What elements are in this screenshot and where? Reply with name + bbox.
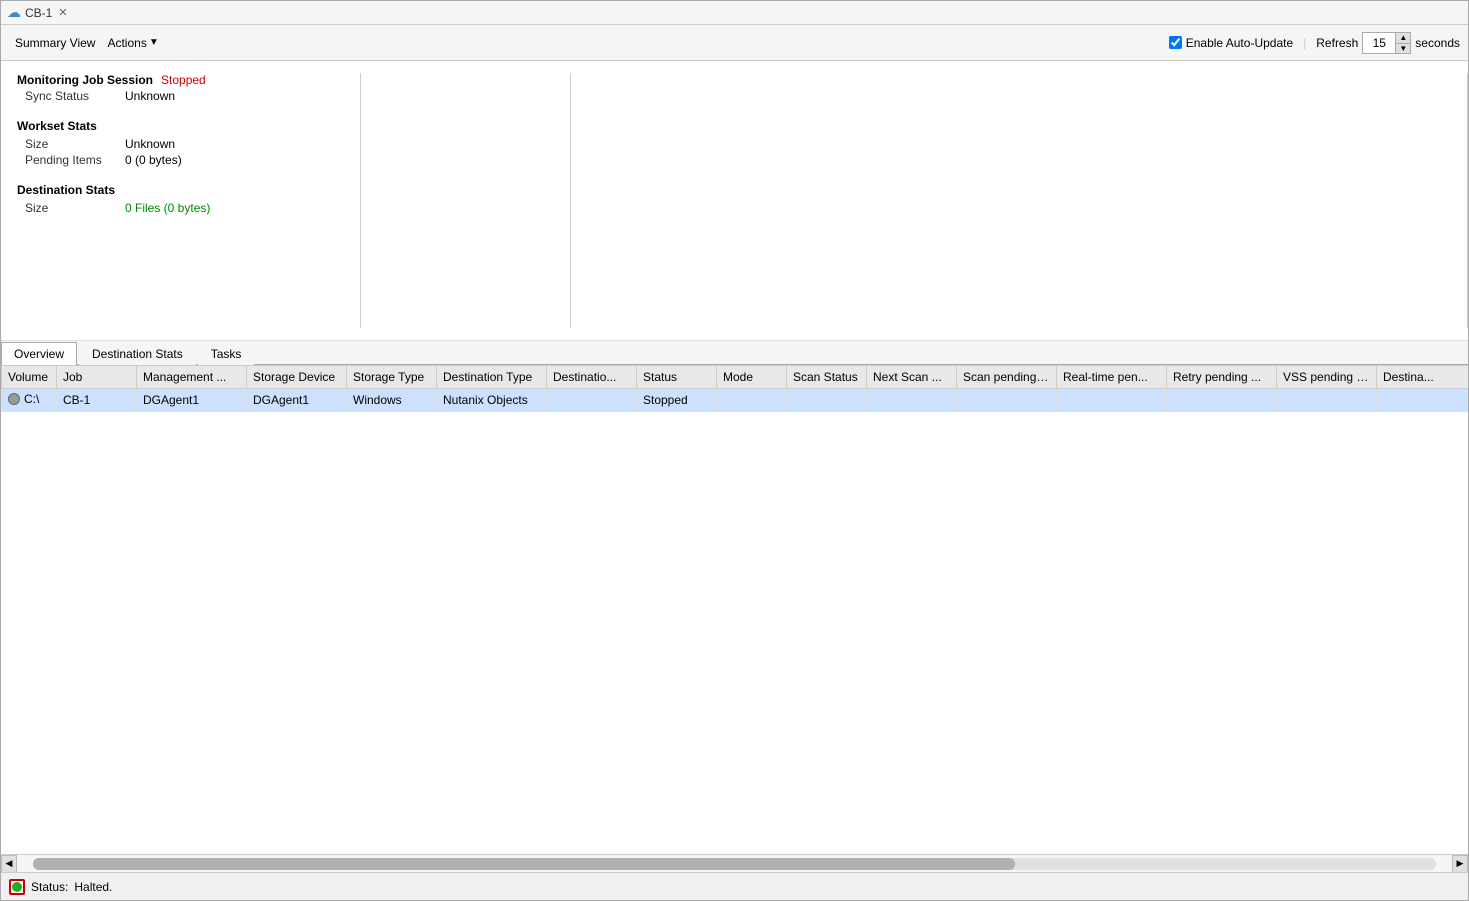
cell-realtime xyxy=(1057,389,1167,412)
col-header-storage-device: Storage Device xyxy=(247,366,347,389)
left-stats: Monitoring Job SessionStoppedSync Status… xyxy=(1,73,361,328)
col-header-retry: Retry pending ... xyxy=(1167,366,1277,389)
refresh-label: Refresh xyxy=(1316,36,1358,50)
workset-size-row: Size Unknown xyxy=(17,137,344,151)
enable-auto-update-label: Enable Auto-Update xyxy=(1186,36,1293,50)
col-header-next-scan: Next Scan ... xyxy=(867,366,957,389)
cell-scan-pending xyxy=(957,389,1057,412)
col-header-destination: Destinatio... xyxy=(547,366,637,389)
col-header-volume: Volume xyxy=(2,366,57,389)
cell-job: CB-1 xyxy=(57,389,137,412)
refresh-value-input[interactable]: 15 xyxy=(1363,33,1395,53)
main-table: Volume Job Management ... Storage Device… xyxy=(1,365,1468,412)
cell-destin xyxy=(1377,389,1469,412)
refresh-down-button[interactable]: ▼ xyxy=(1396,43,1410,53)
col-header-scan-pending: Scan pending I... xyxy=(957,366,1057,389)
scroll-right-button[interactable]: ▶ xyxy=(1452,855,1468,873)
cell-mode xyxy=(717,389,787,412)
col-header-realtime: Real-time pen... xyxy=(1057,366,1167,389)
cell-volume: C:\ xyxy=(2,389,57,412)
cell-retry xyxy=(1167,389,1277,412)
cell-storage-type: Windows xyxy=(347,389,437,412)
dest-size-label: Size xyxy=(17,201,117,215)
horizontal-scrollbar[interactable]: ◀ ▶ xyxy=(1,854,1468,872)
auto-update-area: Enable Auto-Update | Refresh 15 ▲ ▼ seco… xyxy=(1169,32,1460,54)
monitoring-job-section: Monitoring Job SessionStoppedSync Status… xyxy=(17,73,344,103)
status-icon-inner xyxy=(12,882,22,892)
summary-view-button[interactable]: Summary View xyxy=(9,33,101,53)
title-bar: ☁ CB-1 ✕ xyxy=(1,1,1468,25)
status-play-button[interactable] xyxy=(9,879,25,895)
workset-size-value: Unknown xyxy=(125,137,175,151)
tab-tasks[interactable]: Tasks xyxy=(198,342,255,365)
volume-icon: C:\ xyxy=(8,392,39,406)
enable-auto-update-checkbox[interactable] xyxy=(1169,36,1182,49)
col-header-job: Job xyxy=(57,366,137,389)
pending-items-value: 0 (0 bytes) xyxy=(125,153,182,167)
table-header-row: Volume Job Management ... Storage Device… xyxy=(2,366,1469,389)
col-header-management: Management ... xyxy=(137,366,247,389)
seconds-label: seconds xyxy=(1415,36,1460,50)
col-header-storage-type: Storage Type xyxy=(347,366,437,389)
pending-items-row: Pending Items 0 (0 bytes) xyxy=(17,153,344,167)
col-header-destin: Destina... xyxy=(1377,366,1469,389)
scrollbar-track[interactable] xyxy=(33,858,1436,870)
pending-items-label: Pending Items xyxy=(17,153,117,167)
window-icon: ☁ xyxy=(7,4,21,21)
col-header-status: Status xyxy=(637,366,717,389)
main-window: ☁ CB-1 ✕ Summary View Actions ▼ Enable A… xyxy=(0,0,1469,901)
status-bar: Status: Halted. xyxy=(1,872,1468,900)
tabs-bar: Overview Destination Stats Tasks xyxy=(1,341,1468,365)
col-header-mode: Mode xyxy=(717,366,787,389)
col-header-vss: VSS pending It... xyxy=(1277,366,1377,389)
cell-vss xyxy=(1277,389,1377,412)
table-row[interactable]: C:\ CB-1 DGAgent1 DGAgent1 Windows Nutan… xyxy=(2,389,1469,412)
right-stats-area xyxy=(361,73,1468,328)
disk-icon xyxy=(8,393,20,405)
destination-stats-title: Destination Stats xyxy=(17,183,344,197)
status-value: Halted. xyxy=(74,880,112,894)
content-area: Monitoring Job SessionStoppedSync Status… xyxy=(1,61,1468,872)
toolbar: Summary View Actions ▼ Enable Auto-Updat… xyxy=(1,25,1468,61)
workset-stats-title: Workset Stats xyxy=(17,119,344,133)
scrollbar-thumb[interactable] xyxy=(33,858,1015,870)
cell-status: Stopped xyxy=(637,389,717,412)
col-header-destination-type: Destination Type xyxy=(437,366,547,389)
cell-next-scan xyxy=(867,389,957,412)
stats-panel: Monitoring Job SessionStoppedSync Status… xyxy=(1,61,1468,341)
workset-size-label: Size xyxy=(17,137,117,151)
scroll-left-button[interactable]: ◀ xyxy=(1,855,17,873)
actions-menu[interactable]: Actions ▼ xyxy=(101,33,164,53)
workset-stats-section: Workset Stats Size Unknown Pending Items… xyxy=(17,119,344,167)
col-header-scan-status: Scan Status xyxy=(787,366,867,389)
close-icon[interactable]: ✕ xyxy=(58,6,67,19)
tab-destination-stats[interactable]: Destination Stats xyxy=(79,342,196,365)
dest-size-row: Size 0 Files (0 bytes) xyxy=(17,201,344,215)
cell-storage-device: DGAgent1 xyxy=(247,389,347,412)
cell-scan-status xyxy=(787,389,867,412)
status-label: Status: xyxy=(31,880,68,894)
cell-management: DGAgent1 xyxy=(137,389,247,412)
window-title: CB-1 xyxy=(25,6,52,20)
table-wrapper: Volume Job Management ... Storage Device… xyxy=(1,365,1468,854)
destination-stats-section: Destination Stats Size 0 Files (0 bytes) xyxy=(17,183,344,215)
tab-overview[interactable]: Overview xyxy=(1,342,77,365)
dest-size-value: 0 Files (0 bytes) xyxy=(125,201,210,215)
cell-destination-type: Nutanix Objects xyxy=(437,389,547,412)
actions-arrow-icon: ▼ xyxy=(149,37,159,48)
actions-label: Actions xyxy=(107,36,146,50)
cell-destination xyxy=(547,389,637,412)
refresh-up-button[interactable]: ▲ xyxy=(1396,33,1410,43)
